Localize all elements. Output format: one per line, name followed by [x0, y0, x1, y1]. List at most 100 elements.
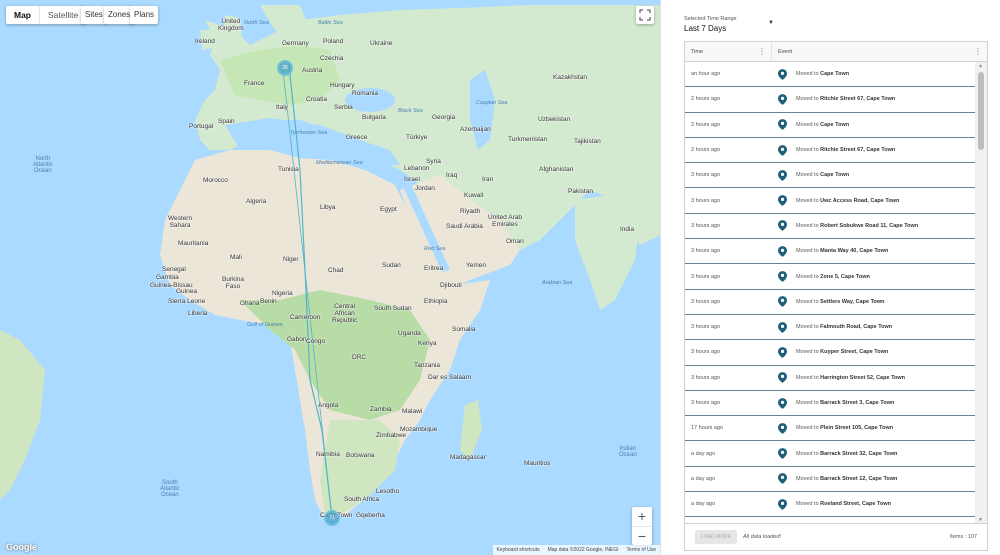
column-header-time[interactable]: Time ⋮	[685, 42, 772, 61]
google-logo: Google	[6, 542, 37, 552]
table-row[interactable]: 3 hours ago Moved to Robert Sobukwe Road …	[685, 214, 976, 240]
map-label: South Sudan	[374, 305, 412, 312]
event-prefix: Moved to	[796, 172, 821, 179]
sites-button[interactable]: Sites	[81, 6, 107, 24]
zoom-out-button[interactable]: −	[632, 526, 652, 545]
table-row[interactable]: a day ago Moved to Barrack Street 32, Cap…	[685, 441, 976, 467]
table-row[interactable]: an hour ago Moved to Cape Town	[685, 62, 976, 88]
location-pin-icon	[772, 473, 792, 485]
row-time: 3 hours ago	[691, 248, 721, 255]
row-event: Moved to Kuyper Street, Cape Town	[792, 349, 976, 355]
row-time: an hour ago	[691, 71, 721, 78]
scroll-thumb[interactable]	[978, 72, 984, 150]
event-place: Barrack Street 12, Cape Town	[820, 475, 898, 482]
map-type-map-button[interactable]: Map	[6, 6, 39, 24]
table-row[interactable]: a day ago Moved to Roeland Street, Cape T…	[685, 492, 976, 518]
map-label: Turkmenistan	[508, 136, 548, 143]
event-prefix: Moved to	[796, 71, 821, 78]
map-label: South Africa	[344, 496, 380, 503]
event-prefix: Moved to	[796, 475, 821, 482]
table-row[interactable]: 2 hours ago Moved to Cape Town	[685, 113, 976, 138]
table-row[interactable]: 3 hours ago Moved to Uwc Access Road, Cap…	[685, 188, 976, 214]
row-time: 3 hours ago	[691, 172, 721, 179]
row-time: 3 hours ago	[691, 324, 721, 331]
table-row[interactable]: 3 hours ago Moved to Settlers Way, Cape T…	[685, 290, 976, 315]
map-label: Senegal	[162, 266, 186, 273]
table-row[interactable]: 17 hours ago Moved to Plein Street 105, C…	[685, 416, 976, 442]
location-pin-icon	[772, 397, 792, 409]
vertical-scrollbar[interactable]: ▲ ▼	[975, 62, 987, 524]
map-type-satellite-button[interactable]: Satellite	[39, 6, 86, 24]
event-place: Ritchie Street 67, Cape Town	[820, 96, 896, 103]
map-label: Türkiye	[406, 134, 428, 141]
row-time: a day ago	[691, 501, 716, 508]
table-row[interactable]: 2 hours ago Moved to Ritchie Street 67, C…	[685, 138, 976, 164]
event-place: Barrack Street 3, Cape Town	[820, 400, 895, 406]
table-row[interactable]: a day ago Moved to Barrack Street 12, Cap…	[685, 467, 976, 493]
row-event: Moved to Settlers Way, Cape Town	[792, 299, 976, 305]
map-label: Lesotho	[376, 488, 400, 495]
map-label: Gqeberha	[356, 512, 385, 519]
event-prefix: Moved to	[796, 121, 821, 128]
table-row[interactable]: 3 hours ago Moved to Falmouth Road, Cape …	[685, 315, 976, 341]
location-pin-icon	[772, 144, 792, 156]
column-menu-icon[interactable]: ⋮	[974, 42, 982, 62]
event-prefix: Moved to	[796, 147, 821, 154]
row-time: 2 hours ago	[691, 96, 721, 103]
map-label: Romania	[352, 90, 379, 97]
plans-button[interactable]: Plans	[130, 6, 159, 24]
map-view[interactable]: Map Satellite Sites Zones Plans Ireland …	[0, 0, 661, 555]
map-label: Oman	[506, 238, 524, 245]
zoom-in-button[interactable]: +	[632, 507, 652, 526]
map-label: Tanzania	[414, 362, 441, 369]
map-label: Sudan	[382, 262, 401, 269]
row-time: 3 hours ago	[691, 273, 721, 280]
table-row[interactable]: 3 hours ago Moved to Barrack Street 3, Ca…	[685, 391, 976, 417]
row-event: Moved to Zone 5, Cape Town	[792, 274, 976, 280]
row-event: Moved to Manta Way 40, Cape Town	[792, 248, 976, 254]
location-pin-icon	[772, 448, 792, 459]
table-row[interactable]: 2 hours ago Moved to Ritchie Street 67, C…	[685, 87, 976, 113]
row-event: Moved to Cape Town	[792, 122, 976, 128]
location-pin-icon	[772, 245, 792, 257]
time-range-select[interactable]: Selected Time Range Last 7 Days ▼	[684, 16, 774, 33]
map-label: Ireland	[195, 38, 215, 45]
map-label: Niger	[283, 256, 299, 263]
table-row[interactable]: 3 hours ago Moved to Manta Way 40, Cape T…	[685, 239, 976, 265]
map-label: United Arab Emirates	[488, 214, 522, 228]
keyboard-shortcuts-link[interactable]: Keyboard shortcuts	[493, 545, 544, 555]
event-prefix: Moved to	[796, 298, 821, 305]
map-label: Ukraine	[370, 40, 393, 47]
column-menu-icon[interactable]: ⋮	[758, 42, 766, 62]
terms-link[interactable]: Terms of Use	[623, 545, 660, 555]
table-row[interactable]: 3 hours ago Moved to Harrington Street 52…	[685, 366, 976, 391]
event-prefix: Moved to	[796, 222, 821, 229]
fullscreen-button[interactable]	[636, 6, 654, 24]
map-cluster-marker[interactable]: 35	[277, 60, 293, 76]
column-header-event[interactable]: Event ⋮	[772, 42, 987, 61]
scroll-up-icon[interactable]: ▲	[978, 63, 983, 69]
table-row[interactable]: 3 hours ago Moved to Cape Town	[685, 163, 976, 189]
map-label: Congo	[306, 338, 326, 345]
map-label: Kazakhstan	[553, 74, 587, 81]
grid-body[interactable]: an hour ago Moved to Cape Town 2 hours ago…	[685, 62, 976, 524]
location-pin-icon	[772, 372, 792, 384]
row-time: 3 hours ago	[691, 400, 721, 406]
map-cluster-marker[interactable]: 71	[324, 510, 340, 526]
table-row[interactable]: 3 hours ago Moved to Zone 5, Cape Town	[685, 264, 976, 290]
map-label: Cameroon	[290, 314, 321, 321]
load-more-button[interactable]: LOAD MORE	[695, 530, 738, 544]
grid-footer: LOAD MORE All data loaded! Items : 107	[685, 523, 987, 550]
table-row[interactable]: 3 hours ago Moved to Kuyper Street, Cape …	[685, 340, 976, 366]
map-label: South Atlantic Ocean	[160, 480, 180, 498]
map-label: Bulgaria	[362, 114, 386, 121]
zoom-controls: + −	[632, 507, 652, 545]
row-event: Moved to Barrack Street 12, Cape Town	[792, 476, 976, 482]
row-event: Moved to Plein Street 105, Cape Town	[792, 425, 976, 431]
map-label: Greece	[346, 134, 368, 141]
location-pin-icon	[772, 321, 792, 333]
location-pin-icon	[772, 220, 792, 232]
row-event: Moved to Cape Town	[792, 71, 976, 77]
map-label: Dar es Salaam	[428, 374, 471, 381]
row-time: 3 hours ago	[691, 298, 721, 305]
